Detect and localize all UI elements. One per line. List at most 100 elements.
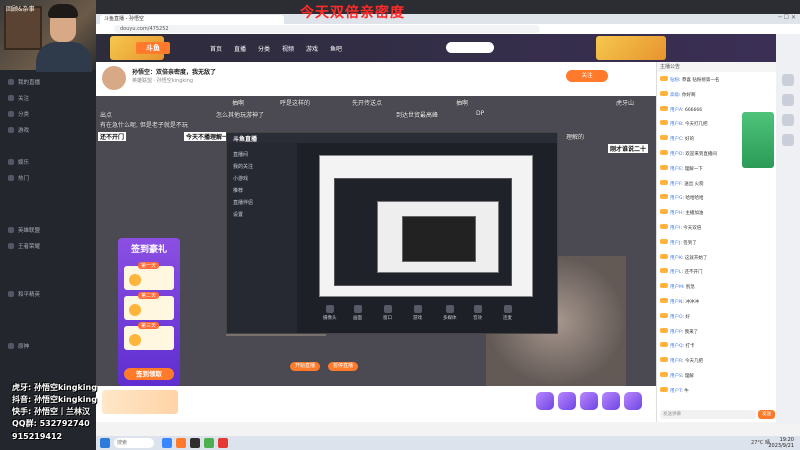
sidebar-item-hot[interactable]: 热门 <box>8 174 29 183</box>
chat-username[interactable]: 用户N <box>670 300 682 305</box>
header-banner-right[interactable] <box>596 36 666 60</box>
chat-text: 恭喜 钻粉榜第一名 <box>681 78 720 83</box>
chat-message: 高级: 你好啊 <box>660 90 695 98</box>
gift-icon[interactable] <box>580 392 598 410</box>
chat-username[interactable]: 用户P <box>670 330 682 335</box>
app-icon[interactable] <box>190 438 200 448</box>
nav-category[interactable]: 分类 <box>258 44 270 53</box>
chat-text: 签到了 <box>683 240 697 246</box>
sidebar-item-category[interactable]: 分类 <box>8 110 29 119</box>
chat-username[interactable]: 用户L <box>670 270 682 275</box>
gift-icon[interactable] <box>536 392 554 410</box>
gift-icon[interactable] <box>558 392 576 410</box>
inner-sidebar-item[interactable]: 我的关注 <box>233 163 253 170</box>
chat-username[interactable]: 用户C <box>670 137 682 142</box>
tool-media[interactable]: 多媒体 <box>443 305 457 321</box>
chat-message: 用户K: 这就开始了 <box>660 253 707 261</box>
chat-username[interactable]: 用户B <box>670 122 682 127</box>
follow-button[interactable]: 关注 <box>566 70 608 82</box>
tool-audio[interactable]: 音效 <box>473 305 482 321</box>
chat-username[interactable]: 用户A <box>670 108 682 113</box>
inner-sidebar-item[interactable]: 直播伴侣 <box>233 199 253 206</box>
rail-history-icon[interactable] <box>782 94 794 106</box>
pause-live-button[interactable]: 暂停直播 <box>328 362 358 371</box>
inner-sidebar-item[interactable]: 设置 <box>233 211 243 218</box>
window-controls[interactable]: ─ ☐ ✕ <box>778 14 796 21</box>
danmu: 抽啊 <box>456 100 469 107</box>
sidebar-item-ent[interactable]: 娱乐 <box>8 158 29 167</box>
coin-icon <box>129 304 141 316</box>
rail-download-icon[interactable] <box>782 134 794 146</box>
id-line: 虎牙: 孙悟空kingking <box>12 383 97 392</box>
chat-username[interactable]: 钻粉 <box>670 78 679 83</box>
sidebar-item-wzry[interactable]: 王者荣耀 <box>8 242 40 251</box>
start-icon[interactable] <box>100 438 110 448</box>
streamer-avatar[interactable] <box>102 66 126 90</box>
app-icon[interactable] <box>176 438 186 448</box>
app-icon[interactable] <box>162 438 172 448</box>
danmu: 出点 <box>100 112 113 119</box>
sidebar-item-genshin[interactable]: 原神 <box>8 342 29 351</box>
nav-game[interactable]: 游戏 <box>306 44 318 53</box>
inner-sidebar-item[interactable]: 小游戏 <box>233 175 248 182</box>
taskbar-search[interactable]: 搜索 <box>114 438 154 448</box>
chat-username[interactable]: 用户D <box>670 152 682 157</box>
sidebar-item-follow[interactable]: 关注 <box>8 94 29 103</box>
tool-window[interactable]: 窗口 <box>383 305 392 321</box>
send-button[interactable]: 发送 <box>758 410 775 419</box>
tool-scene[interactable]: 画面 <box>353 305 362 321</box>
chat-message: 用户P: 我来了 <box>660 327 698 335</box>
video-player[interactable]: 抽啊 呼是这样的 先开传送点 抽啊 虎牙山 出点 怎么其他玩游神了 到达世贸最高… <box>96 96 656 386</box>
chat-username[interactable]: 用户S <box>670 374 682 379</box>
inner-app-topbar <box>227 133 557 143</box>
gift-icon[interactable] <box>624 392 642 410</box>
nav-video[interactable]: 视频 <box>282 44 294 53</box>
rail-home-icon[interactable] <box>782 74 794 86</box>
chat-message: 用户C: 好的 <box>660 135 694 142</box>
clock[interactable]: 19:20 2023/9/21 <box>768 437 794 449</box>
tool-game[interactable]: 游戏 <box>413 305 422 321</box>
sidebar-item-pubg[interactable]: 和平精英 <box>8 290 40 299</box>
app-icon[interactable] <box>204 438 214 448</box>
chat-username[interactable]: 高级 <box>670 93 679 98</box>
danmu: DP <box>476 110 485 117</box>
chat-username[interactable]: 用户E <box>670 167 682 172</box>
inner-sidebar-item[interactable]: 直播间 <box>233 151 248 158</box>
site-logo[interactable]: 斗鱼 <box>136 42 170 54</box>
weather-tray[interactable]: 27°C 晴 <box>751 439 770 446</box>
search-input[interactable] <box>446 42 494 53</box>
chat-username[interactable]: 用户O <box>670 315 682 320</box>
signin-claim-button[interactable]: 签到领取 <box>124 368 174 380</box>
signin-banner[interactable]: 签到豪礼 第一天 第二天 第三天 签到领取 <box>118 238 180 386</box>
app-icon[interactable] <box>218 438 228 448</box>
chat-username[interactable]: 用户H <box>670 211 682 216</box>
chat-username[interactable]: 用户J <box>670 241 680 246</box>
side-promo-banner[interactable] <box>742 112 774 168</box>
nav-fish[interactable]: 鱼吧 <box>330 44 342 53</box>
chat-username[interactable]: 用户F <box>670 182 681 187</box>
inner-sidebar-item[interactable]: 推荐 <box>233 187 243 194</box>
gift-promo-banner[interactable] <box>102 390 178 414</box>
chat-username[interactable]: 用户I <box>670 226 680 231</box>
nav-live[interactable]: 直播 <box>234 44 246 53</box>
sidebar-item-lol[interactable]: 英雄联盟 <box>8 226 40 235</box>
chat-username[interactable]: 用户T <box>670 389 681 394</box>
chat-username[interactable]: 用户R <box>670 359 682 364</box>
sidebar-item-my-live[interactable]: 我的直播 <box>8 78 40 87</box>
sidebar-item-game[interactable]: 游戏 <box>8 126 29 135</box>
chat-input[interactable]: 发送弹幕 <box>660 410 756 419</box>
nav-home[interactable]: 首页 <box>210 44 222 53</box>
start-live-button[interactable]: 开始直播 <box>290 362 320 371</box>
rail-star-icon[interactable] <box>782 114 794 126</box>
browser-tab[interactable]: 斗鱼直播 - 孙悟空 <box>100 15 284 24</box>
chat-username[interactable]: 用户Q <box>670 344 683 349</box>
chat-username[interactable]: 用户G <box>670 196 683 201</box>
tool-link[interactable]: 连麦 <box>503 305 512 321</box>
chat-username[interactable]: 用户K <box>670 256 682 261</box>
gift-icon[interactable] <box>602 392 620 410</box>
tool-camera[interactable]: 摄像头 <box>323 305 337 321</box>
chat-username[interactable]: 用户M <box>670 285 683 290</box>
site-header: 斗鱼 首页 直播 分类 视频 游戏 鱼吧 <box>96 34 776 62</box>
fan-badge-icon <box>660 135 668 141</box>
url-field[interactable]: douyu.com/475252 <box>114 25 540 33</box>
